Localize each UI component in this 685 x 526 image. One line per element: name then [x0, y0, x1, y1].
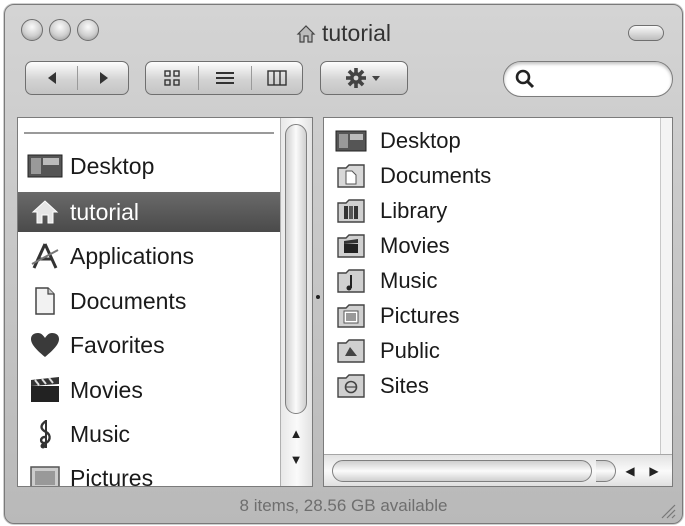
pane-splitter[interactable] [313, 117, 323, 487]
library-folder-icon [334, 197, 368, 225]
sidebar-item-label: Applications [70, 242, 195, 269]
gear-icon [346, 68, 380, 88]
document-icon [26, 286, 64, 316]
window-title-area: tutorial [5, 20, 682, 49]
folder-item-label: Music [380, 268, 438, 293]
back-button[interactable] [26, 62, 77, 94]
folder-item-label: Movies [380, 233, 450, 258]
scroll-right-arrow[interactable]: ▶ [644, 460, 664, 482]
folder-item-label: Public [380, 338, 440, 363]
scroll-up-arrow[interactable]: ▲ [284, 422, 308, 444]
sidebar-item-label: Movies [70, 376, 143, 403]
status-bar: 8 items, 28.56 GB available [239, 496, 448, 515]
home-icon [26, 197, 64, 227]
finder-window: tutorial Desktop tutorial Applications D… [4, 4, 683, 524]
search-field[interactable] [503, 61, 673, 97]
sidebar-item-documents[interactable]: Documents [18, 281, 280, 321]
sidebar-scroll-thumb[interactable] [285, 124, 307, 414]
sidebar-item-music[interactable]: Music [18, 414, 280, 454]
icon-view-button[interactable] [146, 62, 198, 94]
folder-item-public[interactable]: Public [334, 334, 440, 368]
folder-item-documents[interactable]: Documents [334, 159, 491, 193]
sidebar-item-label: tutorial [70, 198, 140, 225]
home-icon [296, 23, 316, 49]
folder-item-desktop[interactable]: Desktop [334, 124, 461, 158]
column-view-icon [267, 70, 287, 86]
folder-item-movies[interactable]: Movies [334, 229, 450, 263]
pictures-icon [26, 463, 64, 486]
resize-grip-icon[interactable] [658, 501, 676, 519]
icon-view-icon [164, 70, 180, 86]
search-input[interactable] [540, 68, 664, 92]
folder-item-label: Desktop [380, 128, 461, 153]
list-view-button[interactable] [199, 62, 251, 94]
sidebar-item-tutorial[interactable]: tutorial [18, 192, 280, 232]
sidebar: Desktop tutorial Applications Documents [17, 117, 313, 487]
sidebar-item-label: Music [70, 420, 131, 447]
heart-icon [26, 330, 64, 360]
chevron-down-icon [372, 76, 380, 81]
sidebar-scrollbar[interactable]: ▲ ▼ [280, 118, 312, 486]
content-horizontal-scrollbar[interactable]: ◀ ▶ [324, 454, 672, 486]
sidebar-divider [24, 132, 274, 134]
action-menu-button[interactable] [320, 61, 408, 95]
sidebar-item-label: Favorites [70, 331, 165, 358]
folder-item-label: Sites [380, 373, 429, 398]
column-view-button[interactable] [252, 62, 302, 94]
desktop-icon [26, 151, 64, 181]
folder-item-label: Library [380, 198, 448, 223]
desktop-folder-icon [334, 127, 368, 155]
music-note-icon [26, 419, 64, 449]
sidebar-item-label: Documents [70, 287, 187, 314]
search-icon [515, 69, 535, 89]
back-forward-control [25, 61, 129, 95]
toolbar-toggle-button[interactable] [628, 25, 664, 41]
documents-folder-icon [334, 162, 368, 190]
pictures-folder-icon [334, 302, 368, 330]
content-vertical-scroll-track[interactable] [660, 118, 672, 454]
public-folder-icon [334, 337, 368, 365]
forward-arrow-icon [99, 72, 108, 84]
sites-folder-icon [334, 372, 368, 400]
scroll-down-arrow[interactable]: ▼ [284, 448, 308, 470]
sidebar-item-label: Desktop [70, 152, 155, 179]
content-pane: Desktop Documents Library Movies Music P… [323, 117, 673, 487]
horizontal-scroll-thumb-end [596, 460, 616, 482]
music-folder-icon [334, 267, 368, 295]
clapperboard-icon [26, 375, 64, 405]
forward-button[interactable] [78, 62, 129, 94]
folder-item-music[interactable]: Music [334, 264, 437, 298]
folder-item-sites[interactable]: Sites [334, 369, 429, 403]
sidebar-item-favorites[interactable]: Favorites [18, 325, 280, 365]
sidebar-item-desktop[interactable]: Desktop [18, 146, 280, 186]
folder-item-label: Pictures [380, 303, 460, 328]
view-mode-control [145, 61, 303, 95]
sidebar-item-label: Pictures [70, 464, 154, 487]
sidebar-item-movies[interactable]: Movies [18, 370, 280, 410]
scroll-left-arrow[interactable]: ◀ [620, 460, 640, 482]
folder-item-pictures[interactable]: Pictures [334, 299, 459, 333]
horizontal-scroll-thumb[interactable] [332, 460, 592, 482]
back-arrow-icon [47, 72, 56, 84]
sidebar-item-pictures[interactable]: Pictures [18, 458, 280, 487]
list-view-icon [216, 72, 234, 84]
sidebar-item-applications[interactable]: Applications [18, 236, 280, 276]
applications-icon [26, 241, 64, 271]
folder-item-label: Documents [380, 163, 492, 188]
folder-item-library[interactable]: Library [334, 194, 447, 228]
window-title: tutorial [321, 20, 392, 46]
title-bar[interactable]: tutorial [5, 5, 682, 53]
movies-folder-icon [334, 232, 368, 260]
